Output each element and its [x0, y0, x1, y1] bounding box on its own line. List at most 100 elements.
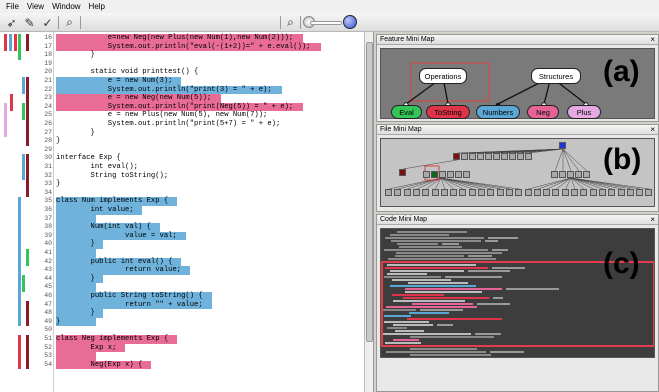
scrollbar-thumb[interactable]	[366, 42, 373, 342]
file-leaf[interactable]	[431, 189, 439, 196]
file-leaf[interactable]	[394, 189, 402, 196]
code-line[interactable]: }	[56, 275, 95, 284]
file-node[interactable]	[469, 153, 476, 160]
file-node[interactable]	[439, 171, 446, 178]
file-node-selected[interactable]	[431, 171, 438, 178]
file-leaf[interactable]	[412, 189, 420, 196]
file-node[interactable]	[447, 171, 454, 178]
file-node[interactable]	[477, 153, 484, 160]
file-leaf[interactable]	[385, 189, 392, 196]
file-leaf[interactable]	[450, 189, 458, 196]
code-line[interactable]: }	[56, 51, 95, 60]
file-leaf[interactable]	[440, 189, 448, 196]
code-line[interactable]: interface Exp {	[56, 154, 121, 163]
code-line[interactable]: System.out.println("print(Neg(5)) = " + …	[56, 103, 293, 112]
file-node[interactable]	[485, 153, 492, 160]
file-leaf[interactable]	[571, 189, 578, 196]
node-structures[interactable]: Structures	[531, 68, 581, 84]
code-line[interactable]: int value;	[56, 206, 134, 215]
file-leaf[interactable]	[403, 189, 411, 196]
file-node[interactable]	[509, 153, 516, 160]
code-line[interactable]: System.out.println("print(5+7) = " + e);	[56, 120, 281, 129]
code-line[interactable]: return value;	[56, 266, 181, 275]
code-line[interactable]: e = new Plus(new Num(5), new Num(7));	[56, 111, 268, 120]
file-leaf[interactable]	[645, 189, 653, 196]
code-line[interactable]: }	[56, 309, 95, 318]
file-leaf[interactable]	[533, 189, 541, 196]
file-node[interactable]	[453, 153, 460, 160]
file-root[interactable]	[559, 142, 566, 149]
file-leaf[interactable]	[608, 189, 616, 196]
feature-map-canvas[interactable]: Operations Structures Eval ToString Numb…	[380, 48, 655, 119]
node-neg[interactable]: Neg	[527, 105, 559, 119]
menu-help[interactable]: Help	[85, 2, 109, 11]
close-icon[interactable]: ×	[650, 35, 655, 45]
code-line[interactable]: return "" + value;	[56, 301, 203, 310]
file-leaf[interactable]	[636, 189, 644, 196]
code-line[interactable]: String toString();	[56, 172, 169, 181]
file-leaf[interactable]	[478, 189, 485, 196]
file-leaf[interactable]	[598, 189, 606, 196]
close-icon[interactable]: ×	[650, 215, 655, 225]
file-leaf[interactable]	[626, 189, 634, 196]
select-icon[interactable]: ➶	[4, 15, 19, 30]
file-node[interactable]	[493, 153, 500, 160]
file-leaf[interactable]	[515, 189, 523, 196]
code-line[interactable]: }	[56, 318, 60, 327]
code-line[interactable]: value = val;	[56, 232, 177, 241]
menu-window[interactable]: Window	[48, 2, 84, 11]
code-line[interactable]: e=new Neg(new Plus(new Num(1),new Num(2)…	[56, 34, 293, 43]
code-line[interactable]: System.out.println("eval(-(1+2))=" + e.e…	[56, 43, 311, 52]
file-leaf[interactable]	[496, 189, 504, 196]
file-map-canvas[interactable]: (b)	[380, 138, 655, 207]
file-leaf[interactable]	[543, 189, 551, 196]
code-line[interactable]: int eval();	[56, 163, 138, 172]
code-line[interactable]: }	[56, 240, 95, 249]
node-tostring[interactable]: ToString	[426, 105, 470, 119]
file-leaf[interactable]	[487, 189, 495, 196]
node-operations[interactable]: Operations	[419, 68, 467, 84]
menu-file[interactable]: File	[2, 2, 23, 11]
file-node[interactable]	[517, 153, 524, 160]
code-line[interactable]: class Num implements Exp {	[56, 197, 168, 206]
code-line[interactable]: public String toString() {	[56, 292, 203, 301]
file-node[interactable]	[559, 171, 566, 178]
code-map-canvas[interactable]: (c)	[380, 228, 655, 358]
node-numbers[interactable]: Numbers	[476, 105, 520, 119]
file-node[interactable]	[575, 171, 582, 178]
code-line[interactable]: }	[56, 180, 60, 189]
file-leaf[interactable]	[552, 189, 560, 196]
code-line[interactable]: Exp x;	[56, 344, 117, 353]
file-node[interactable]	[583, 171, 590, 178]
file-node[interactable]	[525, 153, 532, 160]
code-line[interactable]: }	[56, 129, 95, 138]
file-leaf[interactable]	[617, 189, 625, 196]
menu-view[interactable]: View	[23, 2, 48, 11]
check-icon[interactable]: ✓	[40, 15, 55, 30]
file-node[interactable]	[463, 171, 470, 178]
code-line[interactable]: e = new Num(3);	[56, 77, 173, 86]
file-leaf[interactable]	[422, 189, 430, 196]
file-leaf[interactable]	[589, 189, 597, 196]
code-line[interactable]: System.out.println("print(3) = " + e);	[56, 86, 272, 95]
vertical-scrollbar[interactable]	[364, 32, 373, 392]
file-node[interactable]	[551, 171, 558, 178]
code-line[interactable]: Num(int val) {	[56, 223, 151, 232]
zoom-slider[interactable]	[310, 21, 342, 25]
file-leaf[interactable]	[505, 189, 513, 196]
code-line[interactable]: }	[56, 137, 60, 146]
node-eval[interactable]: Eval	[391, 105, 422, 119]
code-editor[interactable]: 16 17 18 19 20 21 22 23 24 25 26 27 28 29 30 31 32 33 34 35…	[0, 32, 374, 392]
node-plus[interactable]: Plus	[567, 105, 601, 119]
globe-icon[interactable]	[343, 15, 357, 29]
file-node[interactable]	[501, 153, 508, 160]
code-line[interactable]: Neg(Exp x) {	[56, 361, 143, 370]
file-leaf[interactable]	[459, 189, 467, 196]
file-node[interactable]	[423, 171, 430, 178]
file-leaf[interactable]	[580, 189, 588, 196]
file-leaf[interactable]	[524, 189, 532, 196]
zoom-out-icon[interactable]: ⌕	[283, 15, 298, 30]
close-icon[interactable]: ×	[650, 125, 655, 135]
file-node[interactable]	[399, 169, 406, 176]
file-node[interactable]	[567, 171, 574, 178]
